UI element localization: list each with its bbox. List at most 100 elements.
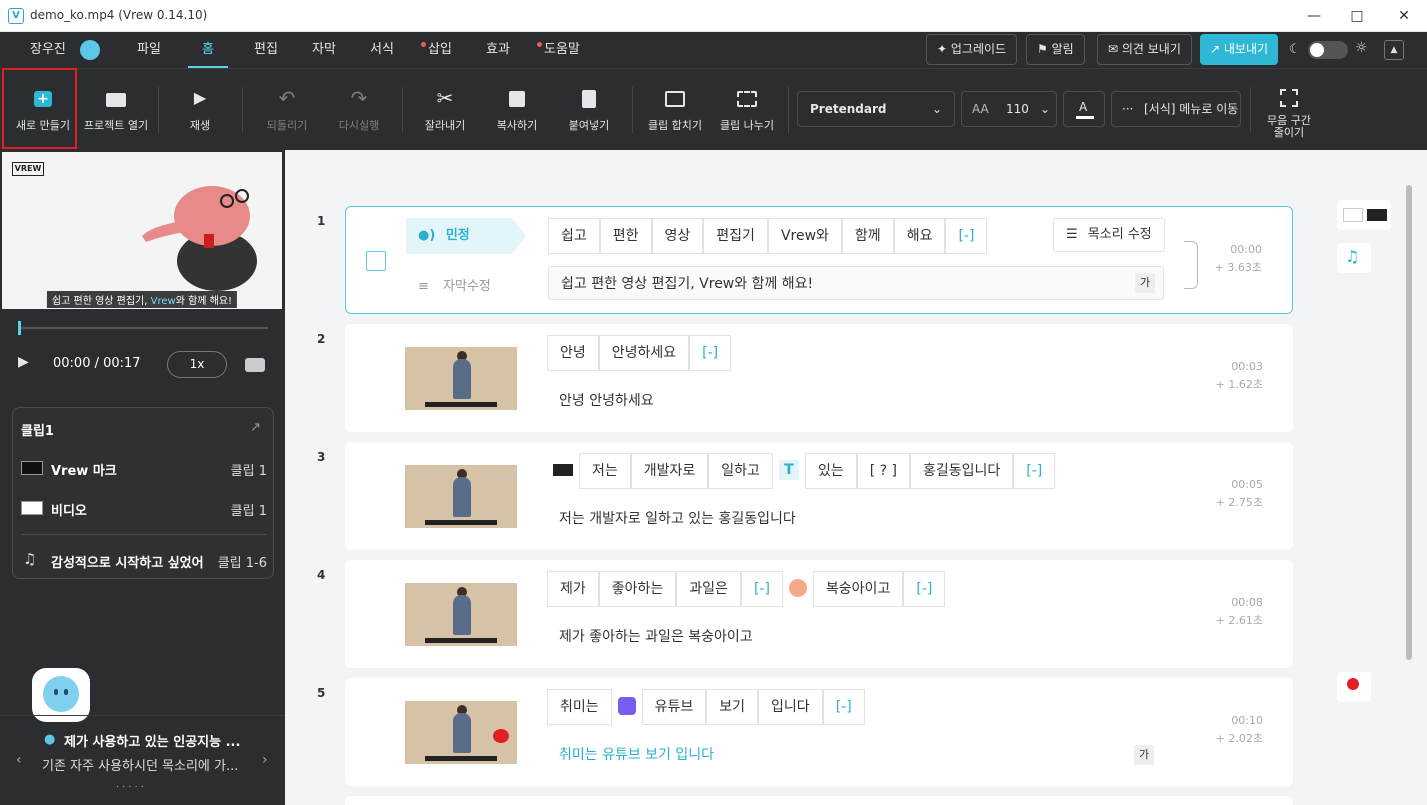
clip-thumbnail[interactable] [405, 583, 517, 646]
reduce-silence-button[interactable]: 무음 구간 줄이기 [1258, 69, 1320, 151]
clip-card[interactable]: 저는 개발자로 일하고 T 있는 [ ? ] 홍길동입니다 [-] 저는 개발자… [345, 442, 1293, 550]
word-chip[interactable]: 복숭아이고 [812, 571, 904, 607]
close-button[interactable]: ✕ [1381, 0, 1427, 32]
clip-card[interactable]: 취미는 유튜브 보기 입니다 [-] 취미는 유튜브 보기 입니다 가 00:1… [345, 678, 1293, 786]
youtube-side-icon[interactable] [1337, 672, 1371, 702]
open-project-button[interactable]: 프로젝트 열기 [80, 69, 152, 151]
font-size-select[interactable]: AA 110 ⌄ [961, 91, 1057, 127]
silence-chip[interactable]: [-] [822, 689, 865, 725]
cut-button[interactable]: ✂ 잘라내기 [414, 69, 476, 151]
export-button[interactable]: ↗ 내보내기 [1200, 34, 1279, 65]
external-link-icon[interactable]: ↗ [250, 420, 261, 435]
clip-thumbnail[interactable] [405, 347, 517, 410]
clip-card[interactable]: 제가 좋아하는 과일은 [-] 복숭아이고 [-] 제가 좋아하는 과일은 복숭… [345, 560, 1293, 668]
silence-chip[interactable]: [-] [903, 571, 946, 607]
word-chip[interactable]: 일하고 [708, 453, 773, 489]
paste-button[interactable]: 붙여넣기 [558, 69, 620, 151]
word-chip[interactable]: 영상 [651, 218, 704, 254]
clip-thumbnail[interactable] [405, 465, 517, 528]
maximize-button[interactable]: □ [1334, 0, 1380, 32]
copy-button[interactable]: 복사하기 [486, 69, 548, 151]
video-preview[interactable]: VREW 쉽고 편한 영상 편집기, Vrew와 함께 해요! [2, 152, 282, 309]
subtitle-input[interactable]: 쉽고 편한 영상 편집기, Vrew와 함께 해요! [548, 266, 1164, 300]
subtitle-text[interactable]: 안녕 안녕하세요 [547, 384, 654, 418]
subtitle-text[interactable]: 제가 좋아하는 과일은 복숭아이고 [547, 620, 753, 654]
font-select[interactable]: Pretendard ⌄ [797, 91, 955, 127]
menu-effect[interactable]: 효과 [486, 32, 510, 68]
word-chip[interactable]: [ ? ] [856, 453, 910, 489]
play-icon[interactable]: ▶ [18, 354, 29, 370]
upgrade-button[interactable]: ✦ 업그레이드 [926, 34, 1018, 65]
word-chip[interactable]: 있는 [804, 453, 857, 489]
redo-button[interactable]: ↷ 다시실행 [328, 69, 390, 151]
text-effect-icon[interactable]: T [772, 453, 805, 489]
bell-sticker-icon[interactable] [611, 689, 642, 725]
subtitle-text[interactable]: 취미는 유튜브 보기 입니다 [547, 738, 714, 772]
clip-element-row[interactable]: ♫ 감성적으로 시작하고 싶었어 클립 1-6 [21, 550, 267, 571]
minimize-button[interactable]: — [1291, 0, 1337, 32]
user-name[interactable]: 장우진 [30, 32, 66, 68]
font-style-button[interactable]: 가 [1134, 745, 1154, 765]
clip-card[interactable]: 안녕 안녕하세요 [-] 안녕 안녕하세요 00:03 + 1.62초 [345, 324, 1293, 432]
word-chip[interactable]: 저는 [579, 453, 631, 489]
speaker-tag[interactable]: ●) 민정 [406, 218, 526, 254]
menu-help[interactable]: 도움말 [544, 32, 580, 68]
playback-progress[interactable] [18, 321, 268, 335]
merge-clips-button[interactable]: 클립 합치기 [644, 69, 706, 151]
avatar-icon[interactable] [80, 40, 100, 60]
fullscreen-icon[interactable] [245, 358, 265, 372]
subtitle-edit-button[interactable]: ≡ 자막수정 [418, 275, 491, 294]
menu-subtitle[interactable]: 자막 [312, 32, 336, 68]
word-chip[interactable]: 좋아하는 [598, 571, 677, 607]
menu-home[interactable]: 홈 [188, 32, 228, 68]
word-chip[interactable]: 안녕 [547, 335, 599, 371]
word-chip[interactable]: 해요 [893, 218, 946, 254]
collapse-toolbar-button[interactable]: ▲ [1384, 40, 1404, 60]
clip-card[interactable] [345, 796, 1293, 805]
clip-card[interactable]: ●) 민정 ≡ 자막수정 쉽고 편한 영상 편집기 Vrew와 함께 해요 [-… [345, 206, 1293, 314]
theme-toggle[interactable] [1308, 41, 1348, 59]
voice-edit-button[interactable]: ☰ 목소리 수정 [1053, 218, 1165, 252]
word-chip[interactable]: 입니다 [758, 689, 823, 725]
silence-chip[interactable]: [-] [689, 335, 732, 371]
progress-handle[interactable] [18, 321, 21, 335]
word-chip[interactable]: 취미는 [547, 689, 612, 725]
menu-format[interactable]: 서식 [370, 32, 394, 68]
menu-file[interactable]: 파일 [137, 32, 161, 68]
word-chip[interactable]: 홍길동입니다 [909, 453, 1014, 489]
word-chip[interactable]: 보기 [706, 689, 759, 725]
scrollbar[interactable] [1406, 185, 1412, 660]
word-chip[interactable]: 유튜브 [641, 689, 707, 725]
chevron-right-icon[interactable]: › [262, 752, 268, 768]
menu-insert[interactable]: 삽입 [428, 32, 452, 68]
word-chip[interactable]: 제가 [547, 571, 599, 607]
silence-chip[interactable]: [-] [945, 218, 988, 254]
word-chip[interactable]: 쉽고 [548, 218, 600, 254]
format-menu-button[interactable]: ··· [서식] 메뉴로 이동 [1111, 91, 1241, 127]
help-chat-button[interactable] [32, 668, 90, 722]
silence-chip[interactable]: [-] [1013, 453, 1056, 489]
font-style-button[interactable]: 가 [1135, 273, 1155, 293]
subtitle-text[interactable]: 저는 개발자로 일하고 있는 홍길동입니다 [547, 502, 796, 536]
chevron-left-icon[interactable]: ‹ [16, 752, 22, 768]
text-color-button[interactable]: A [1063, 91, 1105, 127]
alerts-button[interactable]: ⚑ 알림 [1026, 34, 1085, 65]
word-chip[interactable]: Vrew와 [767, 218, 842, 254]
vrew-mark-icon[interactable] [547, 453, 579, 489]
menu-edit[interactable]: 편집 [254, 32, 278, 68]
speed-button[interactable]: 1x [167, 351, 227, 378]
word-chip[interactable]: 과일은 [676, 571, 741, 607]
silence-chip[interactable]: [-] [740, 571, 783, 607]
word-chip[interactable]: 개발자로 [630, 453, 709, 489]
word-chip[interactable]: 안녕하세요 [598, 335, 690, 371]
clip-element-row[interactable]: Vrew 마크 클립 1 [21, 458, 267, 479]
clip-thumbnail[interactable] [405, 701, 517, 764]
undo-button[interactable]: ↶ 되돌리기 [256, 69, 318, 151]
clip-element-row[interactable]: 비디오 클립 1 [21, 498, 267, 519]
word-chip[interactable]: 편집기 [703, 218, 768, 254]
feedback-button[interactable]: ✉ 의견 보내기 [1097, 34, 1192, 65]
word-chip[interactable]: 편한 [599, 218, 652, 254]
vrew-mark-side-icon[interactable] [1337, 200, 1391, 230]
news-carousel[interactable]: ● 제가 사용하고 있는 인공지능 ... 기존 자주 사용하시던 목소리에 가… [0, 715, 285, 805]
peach-sticker-icon[interactable] [782, 571, 813, 607]
